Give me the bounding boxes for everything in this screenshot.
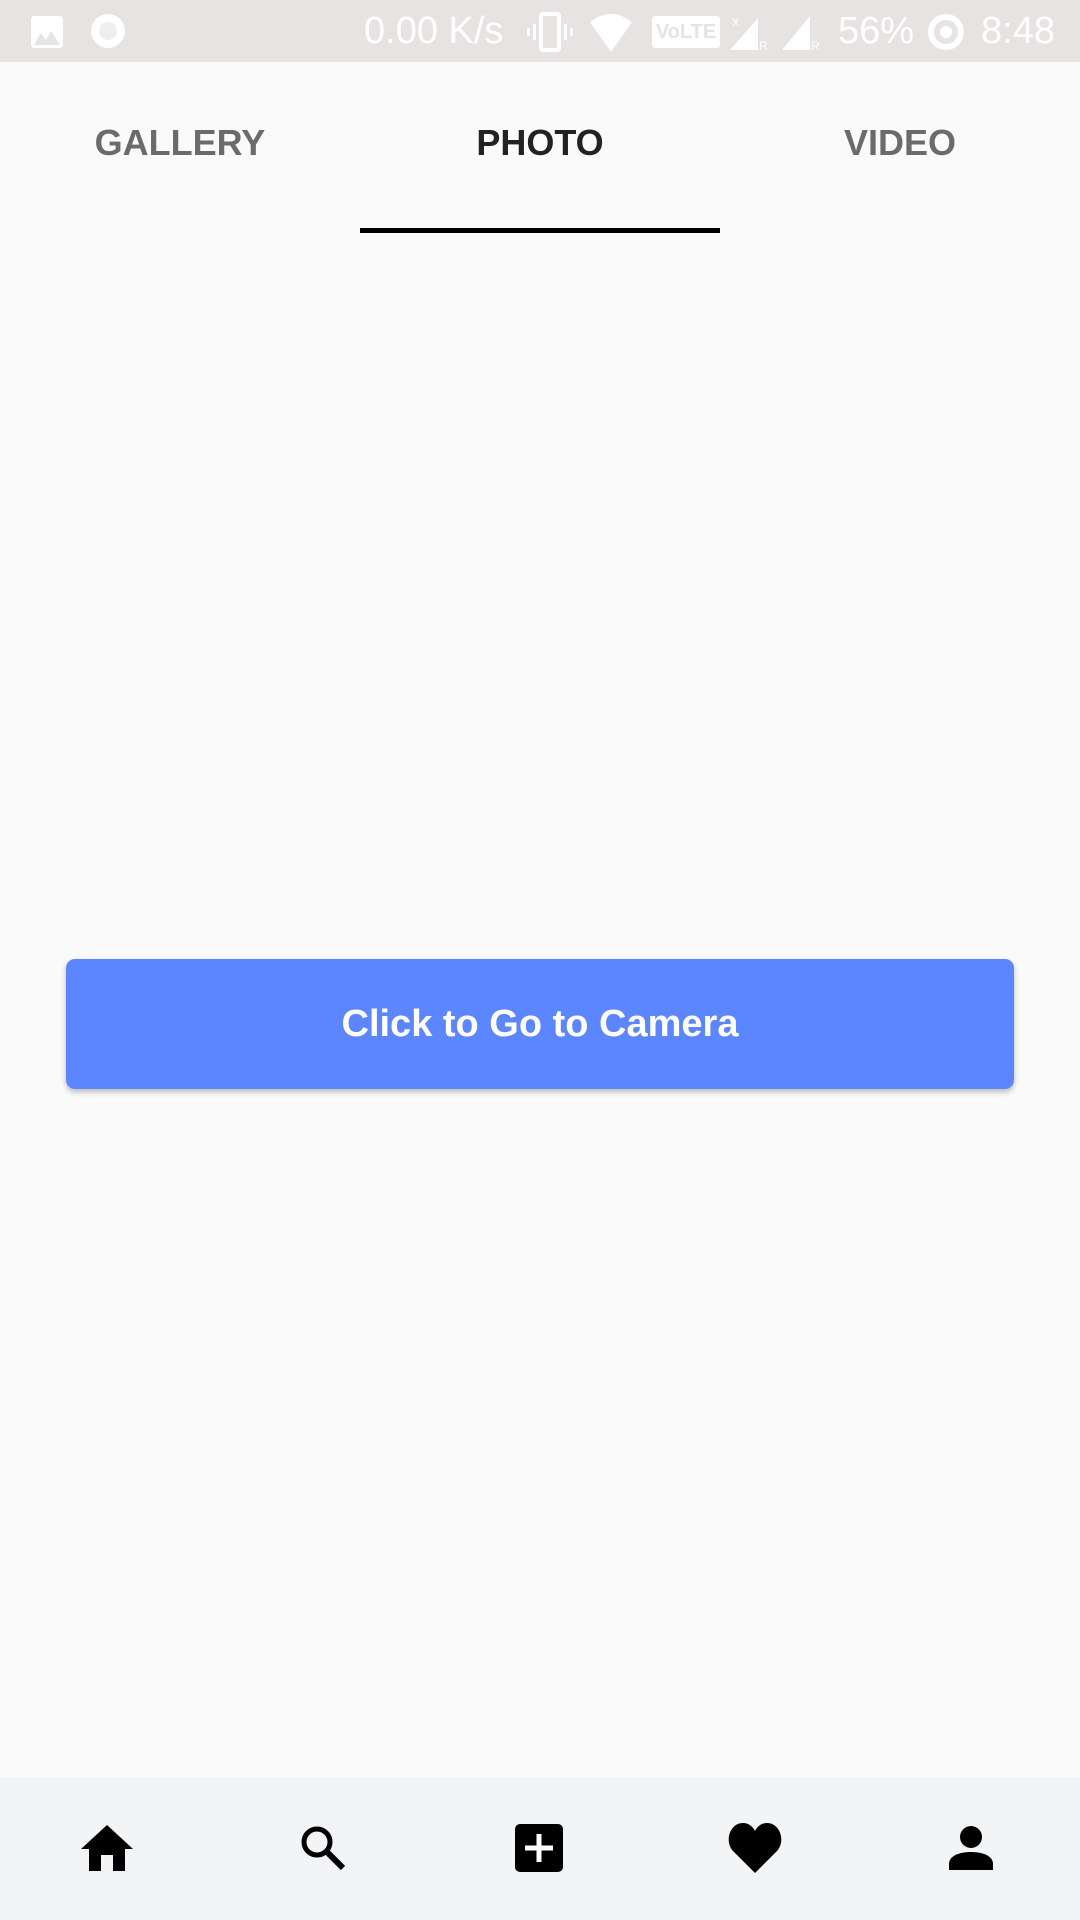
tab-gallery[interactable]: GALLERY [0, 122, 360, 164]
nav-add[interactable] [504, 1813, 574, 1883]
nav-profile[interactable] [936, 1813, 1006, 1883]
tab-bar: GALLERY PHOTO VIDEO [0, 62, 1080, 234]
go-to-camera-button[interactable]: Click to Go to Camera [66, 959, 1014, 1089]
nav-home[interactable] [72, 1813, 142, 1883]
nav-activity[interactable] [720, 1813, 790, 1883]
network-speed: 0.00 K/s [364, 10, 504, 52]
status-bar: 0.00 K/s VoLTE xR R 56% 8:48 [0, 0, 1080, 62]
search-icon [301, 1826, 346, 1871]
tab-video[interactable]: VIDEO [720, 122, 1080, 164]
signal-icon: R [782, 16, 820, 52]
gallery-notification-icon [31, 16, 63, 48]
battery-percent: 56% [838, 10, 915, 52]
svg-text:R: R [811, 39, 820, 52]
signal-icon: xR [730, 13, 768, 52]
vibrate-icon [527, 12, 573, 52]
profile-icon [949, 1826, 993, 1870]
circle-notification-icon [91, 14, 125, 48]
heart-icon [728, 1823, 782, 1873]
svg-text:R: R [759, 39, 768, 52]
volte-icon: VoLTE [652, 16, 720, 48]
tab-photo[interactable]: PHOTO [360, 122, 720, 164]
home-icon [81, 1825, 133, 1871]
bottom-nav [0, 1777, 1080, 1920]
wifi-icon [590, 14, 632, 52]
svg-text:x: x [732, 13, 739, 29]
active-tab-indicator [360, 228, 720, 233]
clock: 8:48 [981, 10, 1055, 52]
battery-saver-icon [928, 14, 964, 50]
add-icon [515, 1824, 563, 1872]
nav-search[interactable] [288, 1813, 358, 1883]
